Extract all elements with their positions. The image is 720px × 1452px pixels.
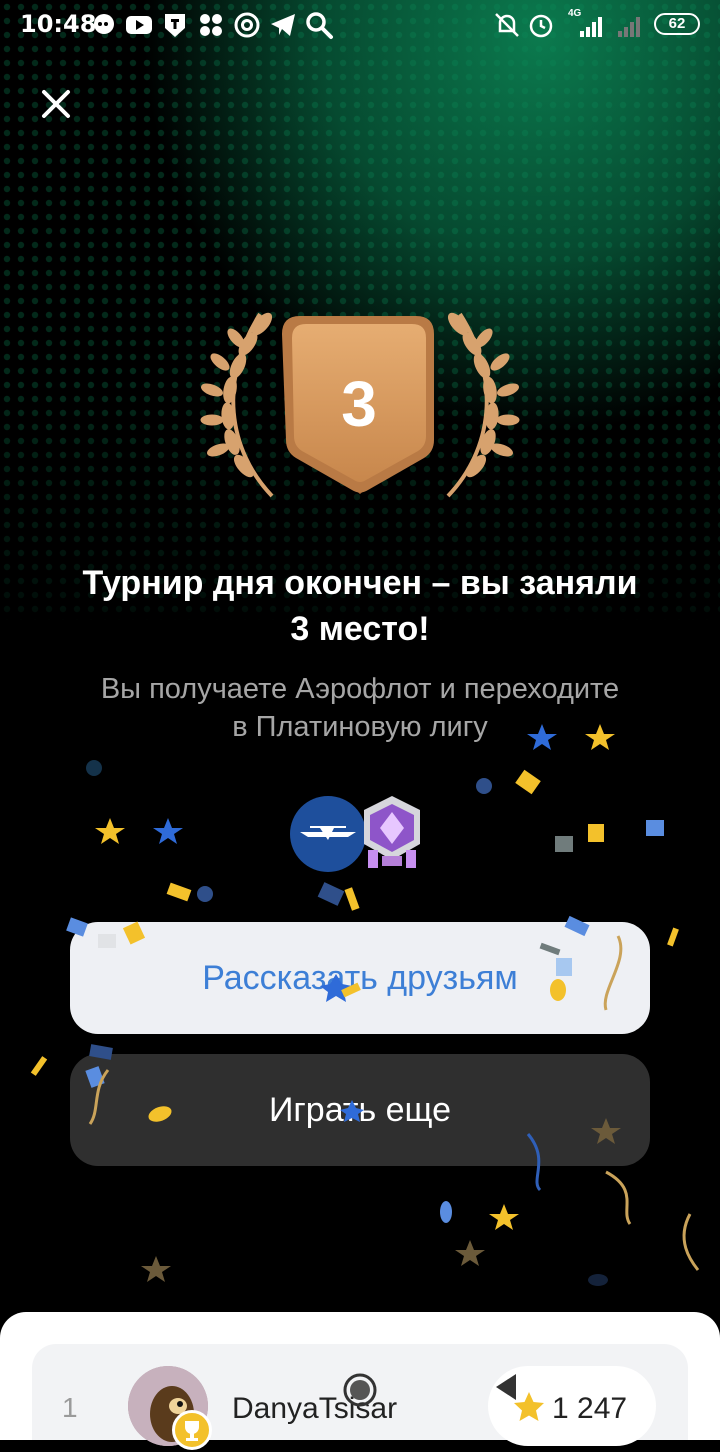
dots-icon <box>200 14 222 36</box>
laurel-right-icon <box>446 312 520 498</box>
back-icon[interactable] <box>494 1372 520 1402</box>
result-title-line2: 3 место! <box>290 610 430 648</box>
result-title: Турнир дня окончен – вы заняли 3 место! <box>40 560 680 652</box>
signal-icon <box>580 17 602 37</box>
place-medal: 3 <box>200 312 520 498</box>
place-number: 3 <box>341 368 377 440</box>
chat-bubble-icon <box>94 14 114 34</box>
leaderboard-score: 1 247 <box>552 1392 628 1425</box>
result-subtitle-line1: Вы получаете Аэрофлот и переходите <box>100 673 620 705</box>
trophy-icon <box>172 1410 212 1450</box>
platinum-league-badge-icon <box>364 796 420 868</box>
result-subtitle-line2: в Платиновую лигу <box>232 711 488 743</box>
home-icon[interactable] <box>342 1372 378 1408</box>
telegram-icon <box>271 14 295 36</box>
battery-level: 62 <box>668 15 686 32</box>
aeroflot-logo-icon <box>290 796 366 872</box>
laurel-left-icon <box>200 312 274 498</box>
youtube-icon <box>126 16 152 34</box>
search-icon <box>306 12 333 39</box>
share-with-friends-button[interactable]: Рассказать друзьям <box>70 922 650 1034</box>
at-icon <box>234 12 260 38</box>
result-title-line1: Турнир дня окончен – вы заняли <box>82 564 638 602</box>
alarm-icon <box>529 14 553 38</box>
play-again-button[interactable]: Играть еще <box>70 1054 650 1166</box>
battery-icon: 62 <box>654 13 700 35</box>
signal-icon <box>618 17 640 37</box>
shield-icon <box>165 14 185 37</box>
play-button-label: Играть еще <box>268 1090 452 1129</box>
status-bar: 10:48 4G 62 <box>0 0 720 50</box>
mute-bell-icon <box>495 13 519 37</box>
status-time: 10:48 <box>20 10 97 38</box>
close-icon[interactable] <box>36 84 76 124</box>
leaderboard-rank: 1 <box>62 1392 78 1423</box>
result-subtitle: Вы получаете Аэрофлот и переходите в Пла… <box>40 670 680 746</box>
share-button-label: Рассказать друзьям <box>202 958 518 997</box>
rewards <box>290 796 420 872</box>
